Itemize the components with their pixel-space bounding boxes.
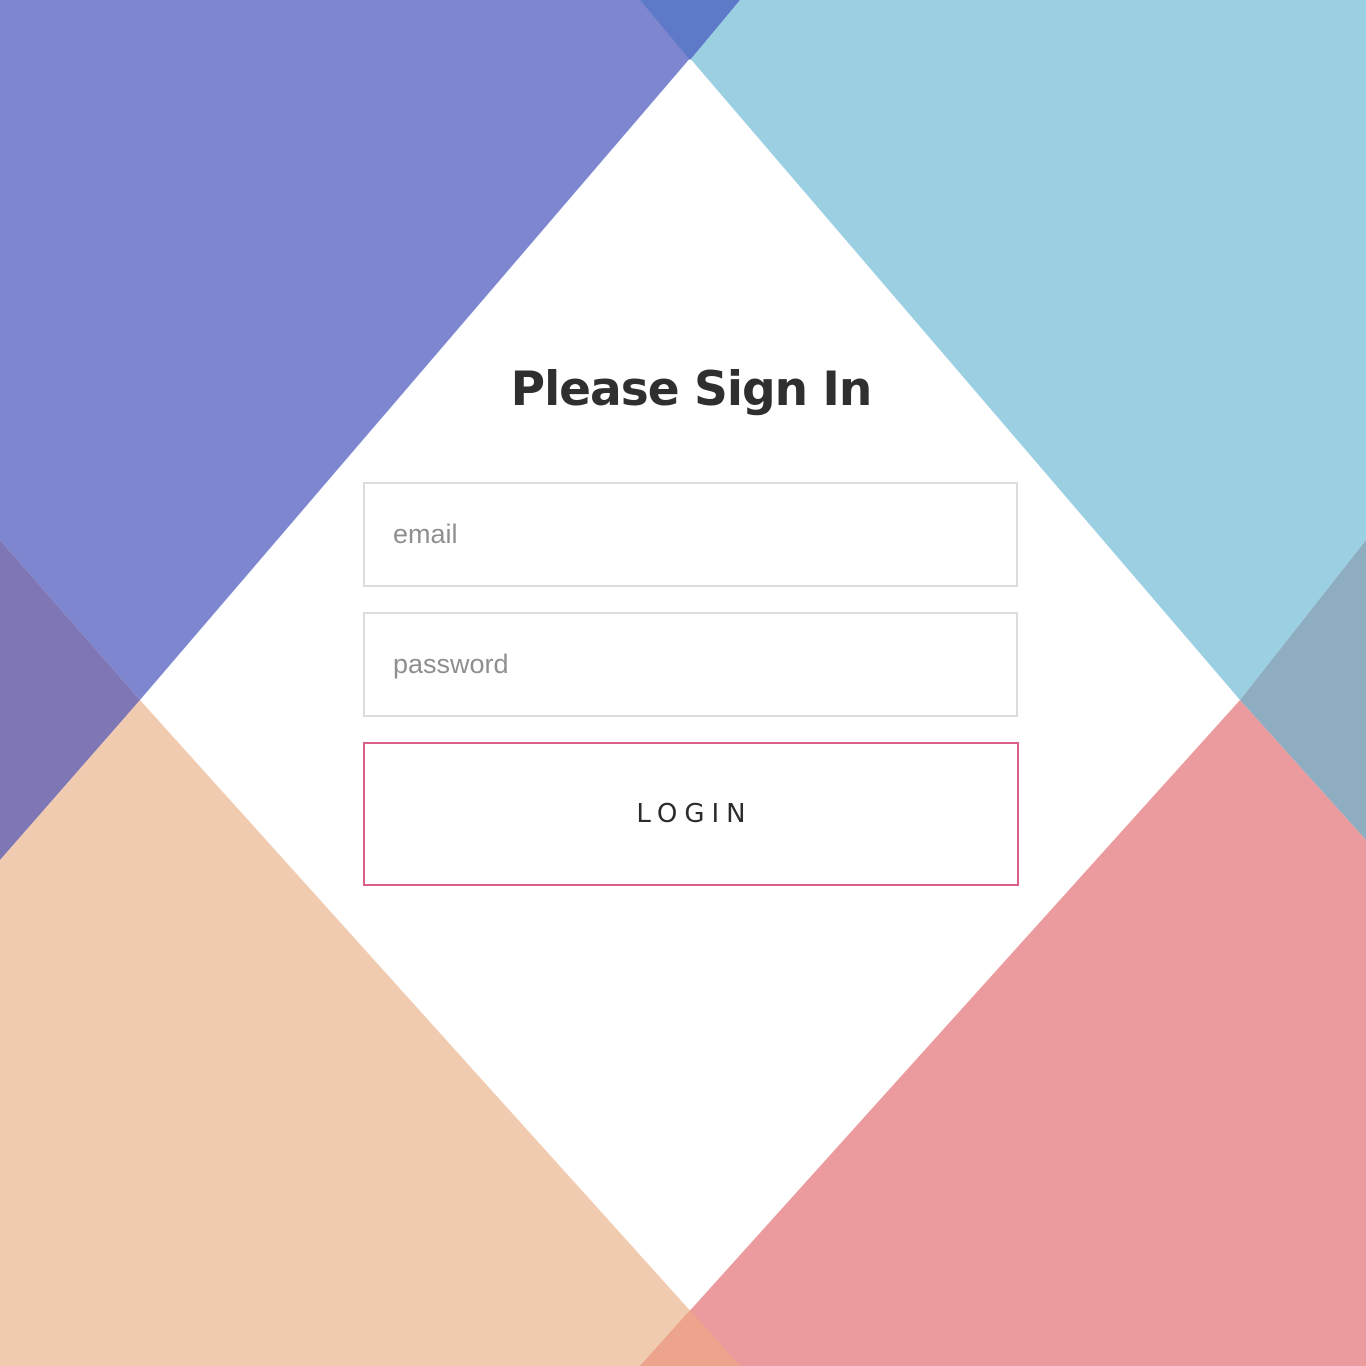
email-field[interactable]	[363, 482, 1018, 587]
login-panel: Please Sign In LOGIN	[0, 0, 1366, 1366]
password-field[interactable]	[363, 612, 1018, 717]
page-title: Please Sign In	[510, 362, 873, 417]
login-button[interactable]: LOGIN	[363, 742, 1019, 886]
